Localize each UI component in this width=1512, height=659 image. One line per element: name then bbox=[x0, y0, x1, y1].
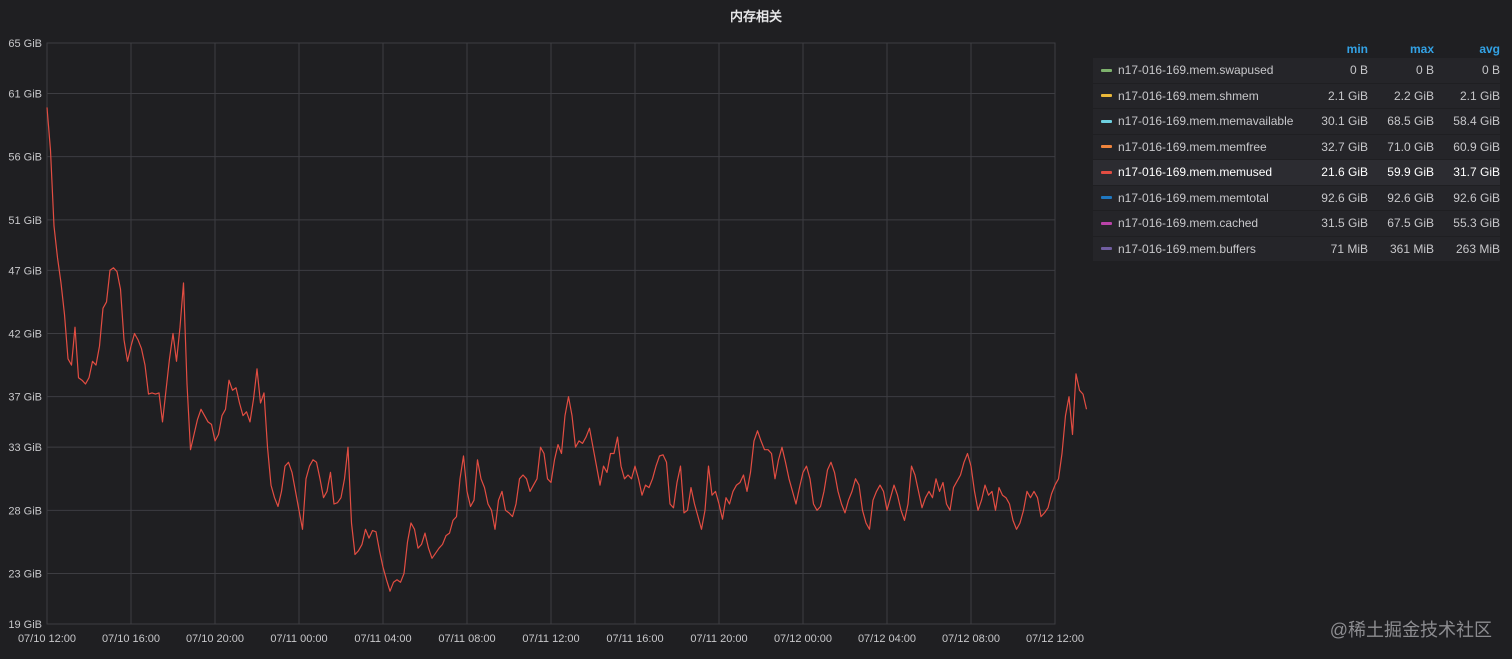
legend-item-avg: 31.7 GiB bbox=[1453, 165, 1500, 180]
legend-item[interactable]: n17-016-169.mem.memfree 32.7 GiB 71.0 GiB 6… bbox=[1093, 134, 1500, 160]
legend-item[interactable]: n17-016-169.mem.memtotal 92.6 GiB 92.6 GiB… bbox=[1093, 185, 1500, 211]
x-tick-label: 07/10 16:00 bbox=[102, 633, 160, 645]
legend-item-name[interactable]: n17-016-169.mem.buffers bbox=[1118, 242, 1302, 256]
legend-item-avg: 55.3 GiB bbox=[1453, 216, 1500, 231]
legend-item-avg: 0 B bbox=[1481, 63, 1500, 78]
legend-item-min: 21.6 GiB bbox=[1321, 165, 1368, 180]
x-tick-label: 07/12 12:00 bbox=[1026, 633, 1084, 645]
x-tick-label: 07/12 04:00 bbox=[858, 633, 916, 645]
y-tick-label: 19 GiB bbox=[8, 619, 42, 631]
series-color-swatch[interactable] bbox=[1101, 247, 1112, 251]
x-tick-label: 07/11 20:00 bbox=[690, 633, 747, 645]
legend-item-min: 0 B bbox=[1349, 63, 1368, 78]
series-line-memused[interactable] bbox=[46, 107, 1088, 592]
legend-item-max: 59.9 GiB bbox=[1387, 165, 1434, 180]
series-color-swatch[interactable] bbox=[1101, 119, 1112, 123]
legend-item-min: 92.6 GiB bbox=[1321, 190, 1368, 205]
chart-series bbox=[46, 107, 1088, 592]
legend-item[interactable]: n17-016-169.mem.swapused 0 B 0 B 0 B bbox=[1093, 58, 1500, 84]
memory-line-chart[interactable]: 65 GiB 61 GiB 56 GiB 51 GiB 47 GiB 42 GiB 37 G… bbox=[0, 0, 1090, 659]
legend-rows: n17-016-169.mem.swapused 0 B0 B0 Bn17-016… bbox=[1093, 58, 1500, 262]
x-tick-label: 07/12 00:00 bbox=[774, 633, 832, 645]
y-tick-label: 37 GiB bbox=[8, 392, 42, 404]
legend-item-min: 71 MiB bbox=[1330, 241, 1368, 256]
series-color-swatch[interactable] bbox=[1101, 221, 1112, 225]
series-color-swatch[interactable] bbox=[1101, 196, 1112, 200]
series-color-swatch[interactable] bbox=[1101, 145, 1112, 149]
legend-item[interactable]: n17-016-169.mem.memused 21.6 GiB 59.9 GiB 3… bbox=[1093, 160, 1500, 186]
legend-item[interactable]: n17-016-169.mem.shmem 2.1 GiB 2.2 GiB 2.1 G… bbox=[1093, 83, 1500, 109]
legend-item-name[interactable]: n17-016-169.mem.memavailable bbox=[1118, 114, 1302, 128]
legend-item-avg: 263 MiB bbox=[1455, 241, 1500, 256]
x-axis-ticks: 07/10 12:00 07/10 16:00 07/10 20:00 07/11 0… bbox=[18, 633, 1084, 645]
legend-item-max: 0 B bbox=[1415, 63, 1434, 78]
y-axis-ticks: 65 GiB 61 GiB 56 GiB 51 GiB 47 GiB 42 GiB 37 G… bbox=[8, 38, 42, 631]
x-tick-label: 07/11 08:00 bbox=[438, 633, 495, 645]
legend-item-max: 2.2 GiB bbox=[1393, 88, 1434, 103]
chart-grid bbox=[46, 42, 1056, 625]
legend-item-max: 67.5 GiB bbox=[1387, 216, 1434, 231]
series-color-swatch[interactable] bbox=[1101, 170, 1112, 174]
x-tick-label: 07/11 16:00 bbox=[606, 633, 663, 645]
y-tick-label: 23 GiB bbox=[8, 568, 42, 580]
x-tick-label: 07/11 00:00 bbox=[270, 633, 327, 645]
y-tick-label: 61 GiB bbox=[8, 89, 42, 101]
legend-item-max: 92.6 GiB bbox=[1387, 190, 1434, 205]
legend-item-avg: 60.9 GiB bbox=[1453, 139, 1500, 154]
legend-item-min: 32.7 GiB bbox=[1321, 139, 1368, 154]
legend-header-max[interactable]: max bbox=[1368, 42, 1434, 56]
y-tick-label: 28 GiB bbox=[8, 505, 42, 517]
series-color-swatch[interactable] bbox=[1101, 94, 1112, 98]
legend-header: min max avg bbox=[1093, 40, 1500, 58]
legend-header-avg[interactable]: avg bbox=[1434, 42, 1500, 56]
legend-header-min[interactable]: min bbox=[1302, 42, 1368, 56]
legend-item[interactable]: n17-016-169.mem.buffers 71 MiB 361 MiB 263 … bbox=[1093, 236, 1500, 262]
y-tick-label: 56 GiB bbox=[8, 152, 42, 164]
y-tick-label: 65 GiB bbox=[8, 38, 42, 50]
legend-item-min: 30.1 GiB bbox=[1321, 114, 1368, 129]
legend-item-name[interactable]: n17-016-169.mem.memused bbox=[1118, 165, 1302, 179]
x-tick-label: 07/12 08:00 bbox=[942, 633, 1000, 645]
legend-item-name[interactable]: n17-016-169.mem.memtotal bbox=[1118, 191, 1302, 205]
legend-item-name[interactable]: n17-016-169.mem.memfree bbox=[1118, 140, 1302, 154]
x-tick-label: 07/11 04:00 bbox=[354, 633, 411, 645]
panel-title[interactable]: 内存相关 bbox=[0, 6, 1512, 25]
y-tick-label: 33 GiB bbox=[8, 442, 42, 454]
graph-panel: 65 GiB 61 GiB 56 GiB 51 GiB 47 GiB 42 GiB 37 G… bbox=[0, 0, 1512, 659]
legend-item[interactable]: n17-016-169.mem.cached 31.5 GiB 67.5 GiB 55… bbox=[1093, 211, 1500, 237]
legend-item[interactable]: n17-016-169.mem.memavailable 30.1 GiB 68.5… bbox=[1093, 109, 1500, 135]
x-tick-label: 07/10 12:00 bbox=[18, 633, 76, 645]
x-tick-label: 07/10 20:00 bbox=[186, 633, 244, 645]
legend-item-max: 68.5 GiB bbox=[1387, 114, 1434, 129]
y-tick-label: 47 GiB bbox=[8, 265, 42, 277]
legend-item-avg: 2.1 GiB bbox=[1459, 88, 1500, 103]
x-tick-label: 07/11 12:00 bbox=[522, 633, 579, 645]
watermark: @稀土掘金技术社区 bbox=[1329, 620, 1492, 640]
legend-item-name[interactable]: n17-016-169.mem.shmem bbox=[1118, 89, 1302, 103]
y-tick-label: 51 GiB bbox=[8, 215, 42, 227]
y-tick-label: 42 GiB bbox=[8, 329, 42, 341]
legend-item-avg: 92.6 GiB bbox=[1453, 190, 1500, 205]
legend-item-max: 361 MiB bbox=[1389, 241, 1434, 256]
series-color-swatch[interactable] bbox=[1101, 68, 1112, 72]
legend-item-avg: 58.4 GiB bbox=[1453, 114, 1500, 129]
legend-item-name[interactable]: n17-016-169.mem.swapused bbox=[1118, 63, 1302, 77]
legend-item-name[interactable]: n17-016-169.mem.cached bbox=[1118, 216, 1302, 230]
legend-item-min: 2.1 GiB bbox=[1327, 88, 1368, 103]
legend: min max avg n17-016-169.mem.swapused 0 B 0… bbox=[1093, 40, 1500, 262]
legend-item-min: 31.5 GiB bbox=[1321, 216, 1368, 231]
legend-item-max: 71.0 GiB bbox=[1387, 139, 1434, 154]
